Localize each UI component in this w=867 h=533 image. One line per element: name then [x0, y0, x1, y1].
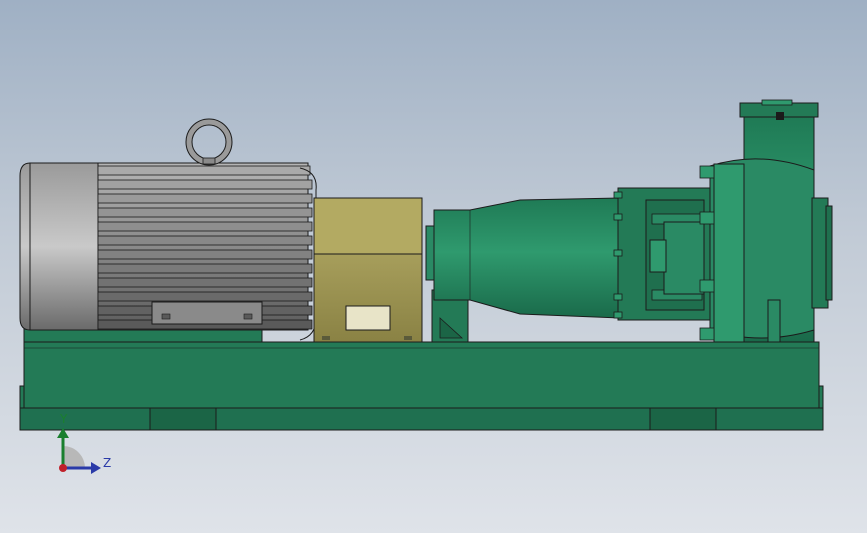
pump-casing[interactable] — [699, 99, 833, 343]
orientation-triad — [40, 408, 120, 488]
z-axis-label: Z — [103, 456, 112, 470]
pump-assembly-model[interactable] — [0, 0, 867, 533]
lifting-eye[interactable] — [185, 118, 233, 166]
base-frame[interactable] — [19, 341, 824, 431]
y-axis-label: Y — [60, 412, 68, 426]
electric-motor[interactable] — [19, 162, 317, 341]
bearing-frame[interactable] — [425, 197, 621, 319]
pump-adapter[interactable] — [613, 187, 711, 321]
coupling-guard[interactable] — [313, 197, 423, 343]
graphics-viewport[interactable]: Y Z — [0, 0, 867, 533]
origin-dot — [59, 464, 67, 472]
